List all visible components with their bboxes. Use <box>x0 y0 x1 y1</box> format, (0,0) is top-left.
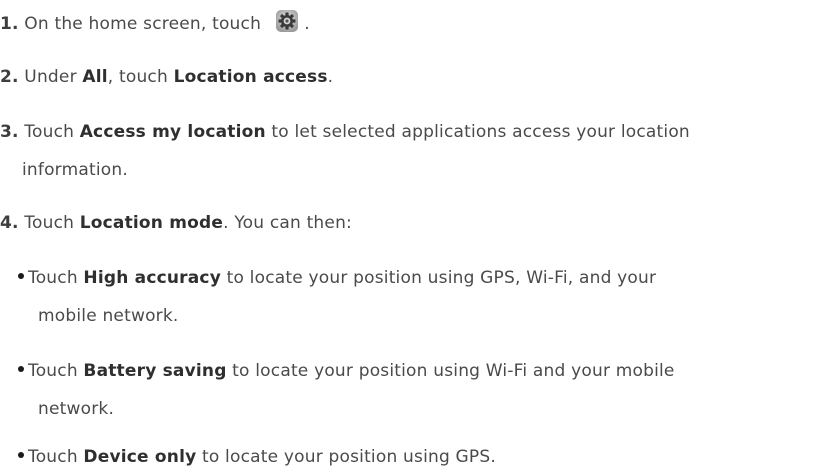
bullet-1-continuation: mobile network. <box>38 306 179 326</box>
step-text: Touch <box>24 122 80 142</box>
bullet-text-end: to locate your position using GPS, Wi-Fi… <box>221 268 657 288</box>
bullet-bold-battery-saving: Battery saving <box>83 361 227 381</box>
bullet-text: Touch <box>28 268 84 288</box>
bullet-text-end: to locate your position using GPS. <box>196 447 496 467</box>
step-text-mid: , touch <box>107 67 174 87</box>
step-3: 3. Touch Access my location to let selec… <box>0 121 690 143</box>
step-1: 1. On the home screen, touch . <box>0 9 310 36</box>
step-bold-all: All <box>82 67 108 87</box>
settings-gear-icon <box>275 9 299 33</box>
step-number: 3. <box>0 122 19 142</box>
bullet-bold-high-accuracy: High accuracy <box>83 268 221 288</box>
step-bold-location-mode: Location mode <box>79 213 224 233</box>
step-text-end: . <box>304 14 310 34</box>
step-text-end: to let selected applications access your… <box>265 122 690 142</box>
bullet-text: Touch <box>28 447 84 467</box>
bullet-text-end: to locate your position using Wi-Fi and … <box>226 361 675 381</box>
bullet-2-continuation: network. <box>38 399 115 419</box>
bullet-high-accuracy: Touch High accuracy to locate your posit… <box>18 267 656 289</box>
bullet-dot-icon <box>18 366 24 372</box>
bullet-dot-icon <box>18 273 24 279</box>
bullet-text: Touch <box>28 361 84 381</box>
step-text: Under <box>24 67 83 87</box>
bullet-device-only: Touch Device only to locate your positio… <box>18 446 496 468</box>
step-text-end: . You can then: <box>223 213 352 233</box>
instruction-document: 1. On the home screen, touch . 2. Under … <box>0 0 818 475</box>
step-2: 2. Under All, touch Location access. <box>0 66 333 88</box>
bullet-battery-saving: Touch Battery saving to locate your posi… <box>18 360 675 382</box>
step-text: On the home screen, touch <box>24 14 262 34</box>
step-text: Touch <box>24 213 80 233</box>
step-number: 2. <box>0 67 19 87</box>
bullet-dot-icon <box>18 452 24 458</box>
step-3-continuation: information. <box>22 160 128 180</box>
step-bold-location-access: Location access <box>173 67 328 87</box>
step-text-end: . <box>327 67 334 87</box>
bullet-bold-device-only: Device only <box>83 447 197 467</box>
step-4: 4. Touch Location mode. You can then: <box>0 212 352 234</box>
step-bold-access-my-location: Access my location <box>79 122 266 142</box>
step-number: 4. <box>0 213 19 233</box>
step-number: 1. <box>0 14 19 34</box>
